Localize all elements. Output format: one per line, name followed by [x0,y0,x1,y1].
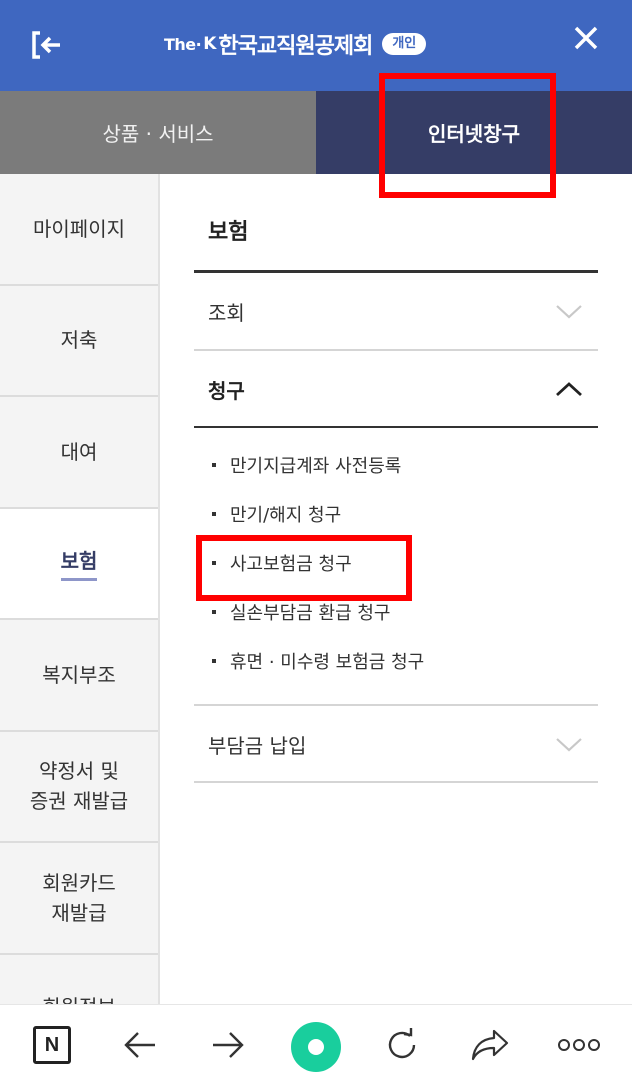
list-item-label: 실손부담금 환급 청구 [230,602,391,624]
sidebar-item-label: 저축 [60,328,98,353]
claim-submenu: 만기지급계좌 사전등록 만기/해지 청구 사고보험금 청구 실손부담금 환급 청… [194,440,598,685]
divider [194,426,598,428]
page-title: 보험 [208,220,249,245]
sidebar-item-card-reissue[interactable]: 회원카드 재발급 [0,843,158,955]
list-item-label: 만기/해지 청구 [230,504,342,526]
divider [194,781,598,783]
sidebar-item-label: 보험 [60,546,98,581]
list-item[interactable]: 휴면 · 미수령 보험금 청구 [194,636,598,685]
main-panel: 보험 조회 청구 만기지급계좌 사전등록 만기/해지 청구 사고보험금 청구 실… [194,174,598,1004]
personal-badge: 개인 [382,33,427,55]
share-icon[interactable] [470,1025,510,1065]
sidebar-item-label-line1: 회원카드 [42,870,116,895]
bullet-icon [212,560,216,565]
tab-internet-counter[interactable]: 인터넷창구 [316,91,632,174]
accordion-label: 부담금 납입 [208,733,307,758]
sidebar-item-label-line1: 약정서 및 [39,759,119,784]
sidebar-item-label: 대여 [60,439,98,464]
sidebar-item-member-info[interactable]: 회원정보 [0,955,158,1005]
logo-name: 한국교직원공제회 [218,34,373,59]
sidebar-item-label-line2: 재발급 [51,900,107,925]
bullet-icon [212,511,216,516]
sidebar-item-label: 복지부조 [42,662,116,687]
list-item[interactable]: 만기/해지 청구 [194,489,598,538]
list-item[interactable]: 만기지급계좌 사전등록 [194,440,598,489]
sidebar-item-label: 마이페이지 [33,216,125,241]
bullet-icon [212,658,216,663]
sidebar-item-loan[interactable]: 대여 [0,397,158,509]
top-tabs: 상품 · 서비스 인터넷창구 [0,91,632,174]
list-item-label: 휴면 · 미수령 보험금 청구 [230,651,425,673]
sidebar-item-insurance[interactable]: 보험 [0,508,158,620]
sidebar-item-label-line2: 증권 재발급 [29,789,129,814]
bullet-icon [212,462,216,467]
accordion-inquiry[interactable]: 조회 [194,273,598,349]
home-dot-icon[interactable] [290,1021,342,1073]
brand-logo[interactable]: The· K 한국교직원공제회 개인 [164,29,427,59]
logout-icon[interactable] [30,30,64,60]
browser-toolbar: N [0,1004,632,1086]
refresh-icon[interactable] [382,1025,422,1065]
forward-arrow-icon[interactable] [208,1025,248,1065]
sidebar-item-welfare[interactable]: 복지부조 [0,620,158,732]
accordion-label: 청구 [208,378,245,403]
list-item[interactable]: 사고보험금 청구 [194,538,598,587]
list-item[interactable]: 실손부담금 환급 청구 [194,587,598,636]
sidebar-item-label: 회원정보 [42,991,116,1005]
chevron-up-icon [556,382,582,397]
accordion-claim[interactable]: 청구 [194,351,598,427]
sidebar-item-mypage[interactable]: 마이페이지 [0,174,158,286]
naver-n-label: N [33,1026,71,1064]
list-item-label: 사고보험금 청구 [230,553,352,575]
app-header: The· K 한국교직원공제회 개인 [0,0,632,91]
bullet-icon [212,609,216,614]
tab-products-services[interactable]: 상품 · 서비스 [0,91,316,174]
naver-n-icon[interactable]: N [32,1025,72,1065]
sidebar-item-savings[interactable]: 저축 [0,286,158,397]
accordion-label: 조회 [208,300,245,325]
back-arrow-icon[interactable] [120,1025,160,1065]
list-item-label: 만기지급계좌 사전등록 [230,455,402,477]
logo-k: K [203,34,217,54]
close-icon[interactable] [570,22,602,54]
sidebar-item-contract-reissue[interactable]: 약정서 및 증권 재발급 [0,732,158,843]
logo-the: The· [164,34,202,54]
chevron-down-icon [556,305,582,319]
sidebar: 마이페이지 저축 대여 보험 복지부조 약정서 및 증권 재발급 회원카드 재발… [0,174,160,1004]
chevron-down-icon [556,738,582,752]
more-icon[interactable] [557,1025,601,1065]
accordion-payment[interactable]: 부담금 납입 [194,706,598,782]
